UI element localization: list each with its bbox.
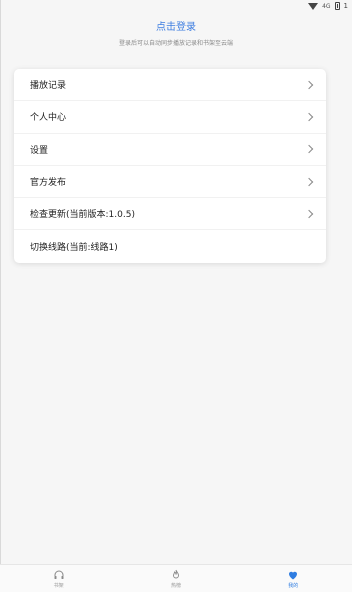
menu-item-settings[interactable]: 设置	[14, 134, 326, 166]
menu-item-switch-route[interactable]: 切换线路(当前:线路1)	[14, 230, 326, 262]
menu-item-check-update[interactable]: 检查更新(当前版本:1.0.5)	[14, 198, 326, 231]
tab-label: 我的	[288, 582, 299, 589]
heart-icon	[289, 571, 298, 579]
flame-icon	[173, 569, 179, 578]
menu-item-personal-center[interactable]: 个人中心	[14, 101, 326, 134]
menu-item-official-release[interactable]: 官方发布	[14, 166, 326, 199]
menu-item-play-history[interactable]: 播放记录	[14, 69, 326, 102]
tab-bookshelf[interactable]: 书架	[29, 569, 89, 589]
left-divider	[0, 0, 1, 592]
clock: 1	[343, 2, 348, 10]
chevron-right-icon	[304, 80, 314, 89]
status-bar: 4G 1	[0, 0, 352, 12]
tab-label: 热榜	[170, 582, 181, 589]
menu-item-label: 切换线路(当前:线路1)	[30, 243, 118, 254]
menu-card: 播放记录 个人中心 设置 官方发布 检查更新(当前版本:1.0.5) 切换线路(…	[14, 69, 326, 263]
tab-label: 书架	[53, 582, 64, 589]
chevron-right-icon	[304, 112, 314, 122]
chevron-right-icon	[304, 209, 314, 219]
menu-item-label: 检查更新(当前版本:1.0.5)	[30, 210, 135, 221]
battery-icon	[334, 2, 340, 10]
chevron-right-icon	[304, 177, 314, 186]
bottom-tab-bar: 书架 热榜 我的	[0, 564, 352, 592]
tab-hot-list[interactable]: 热榜	[146, 569, 206, 589]
profile-screen: 4G 1 点击登录 登录后可以自动同步播放记录和书架至云端 播放记录 个人中心 …	[0, 0, 352, 592]
network-label: 4G	[322, 2, 331, 10]
headphones-icon	[54, 570, 64, 579]
menu-item-label: 设置	[30, 145, 49, 156]
menu-item-label: 播放记录	[30, 81, 67, 92]
chevron-right-icon	[304, 144, 314, 154]
menu-item-label: 官方发布	[30, 178, 67, 189]
tab-mine[interactable]: 我的	[263, 569, 323, 589]
login-hint: 登录后可以自动同步播放记录和书架至云端	[118, 40, 233, 47]
login-button[interactable]: 点击登录	[0, 18, 352, 33]
wifi-icon	[308, 2, 319, 10]
menu-item-label: 个人中心	[30, 113, 67, 124]
